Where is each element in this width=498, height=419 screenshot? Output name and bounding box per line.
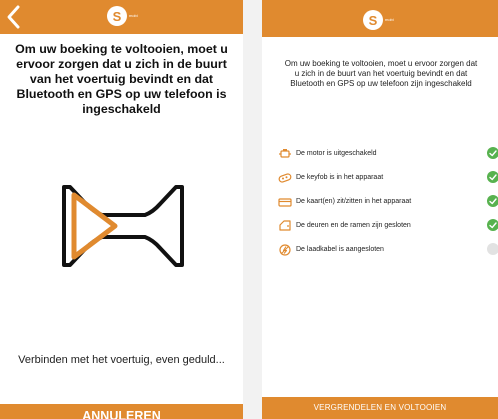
app-logo: S mobi [363, 10, 394, 30]
checklist-label: De kaart(en) zit/zitten in het apparaat [296, 198, 412, 205]
checklist-label: De motor is uitgeschakeld [296, 150, 377, 157]
checklist-item-card: De kaart(en) zit/zitten in het apparaat [262, 195, 498, 208]
checklist-screen: S mobi Om uw boeking te voltooien, moet … [262, 0, 498, 419]
logo-letter: S [107, 6, 127, 26]
checklist-item-keyfob: De keyfob is in het apparaat [262, 171, 498, 184]
top-bar: S mobi [0, 0, 243, 34]
checklist-item-charging-cable: De laadkabel is aangesloten [262, 243, 498, 256]
checklist-label: De deuren en de ramen zijn gesloten [296, 222, 411, 229]
top-bar: S mobi [262, 0, 498, 37]
checklist-label: De laadkabel is aangesloten [296, 246, 384, 253]
check-ok-icon [487, 147, 498, 159]
charging-cable-icon [278, 244, 292, 256]
engine-icon [278, 148, 292, 160]
checklist-label: De keyfob is in het apparaat [296, 174, 384, 181]
check-ok-icon [487, 195, 498, 207]
connecting-status: Verbinden met het voertuig, even geduld.… [18, 354, 225, 366]
keyfob-icon [278, 172, 292, 184]
card-icon [278, 196, 292, 208]
instruction-message: Om uw boeking te voltooien, moet u ervoo… [284, 59, 478, 88]
pending-status-icon [487, 243, 498, 255]
chevron-left-icon [7, 5, 20, 29]
connecting-loader-icon [62, 184, 184, 273]
screen-divider [243, 0, 262, 419]
connecting-screen: S mobi Om uw boeking te voltooien, moet … [0, 0, 243, 419]
logo-letter: S [363, 10, 383, 30]
check-ok-icon [487, 171, 498, 183]
checklist-item-doors: De deuren en de ramen zijn gesloten [262, 219, 498, 232]
checklist-item-engine: De motor is uitgeschakeld [262, 147, 498, 160]
check-ok-icon [487, 219, 498, 231]
back-button[interactable] [4, 4, 24, 30]
logo-word: mobi [129, 13, 138, 18]
logo-word: mobi [385, 17, 394, 22]
cancel-button[interactable]: ANNULEREN [0, 404, 243, 419]
app-logo: S mobi [107, 6, 138, 26]
door-icon [278, 220, 292, 232]
lock-and-complete-button[interactable]: VERGRENDELEN EN VOLTOOIEN [262, 397, 498, 419]
instruction-message: Om uw boeking te voltooien, moet u ervoo… [15, 42, 228, 116]
